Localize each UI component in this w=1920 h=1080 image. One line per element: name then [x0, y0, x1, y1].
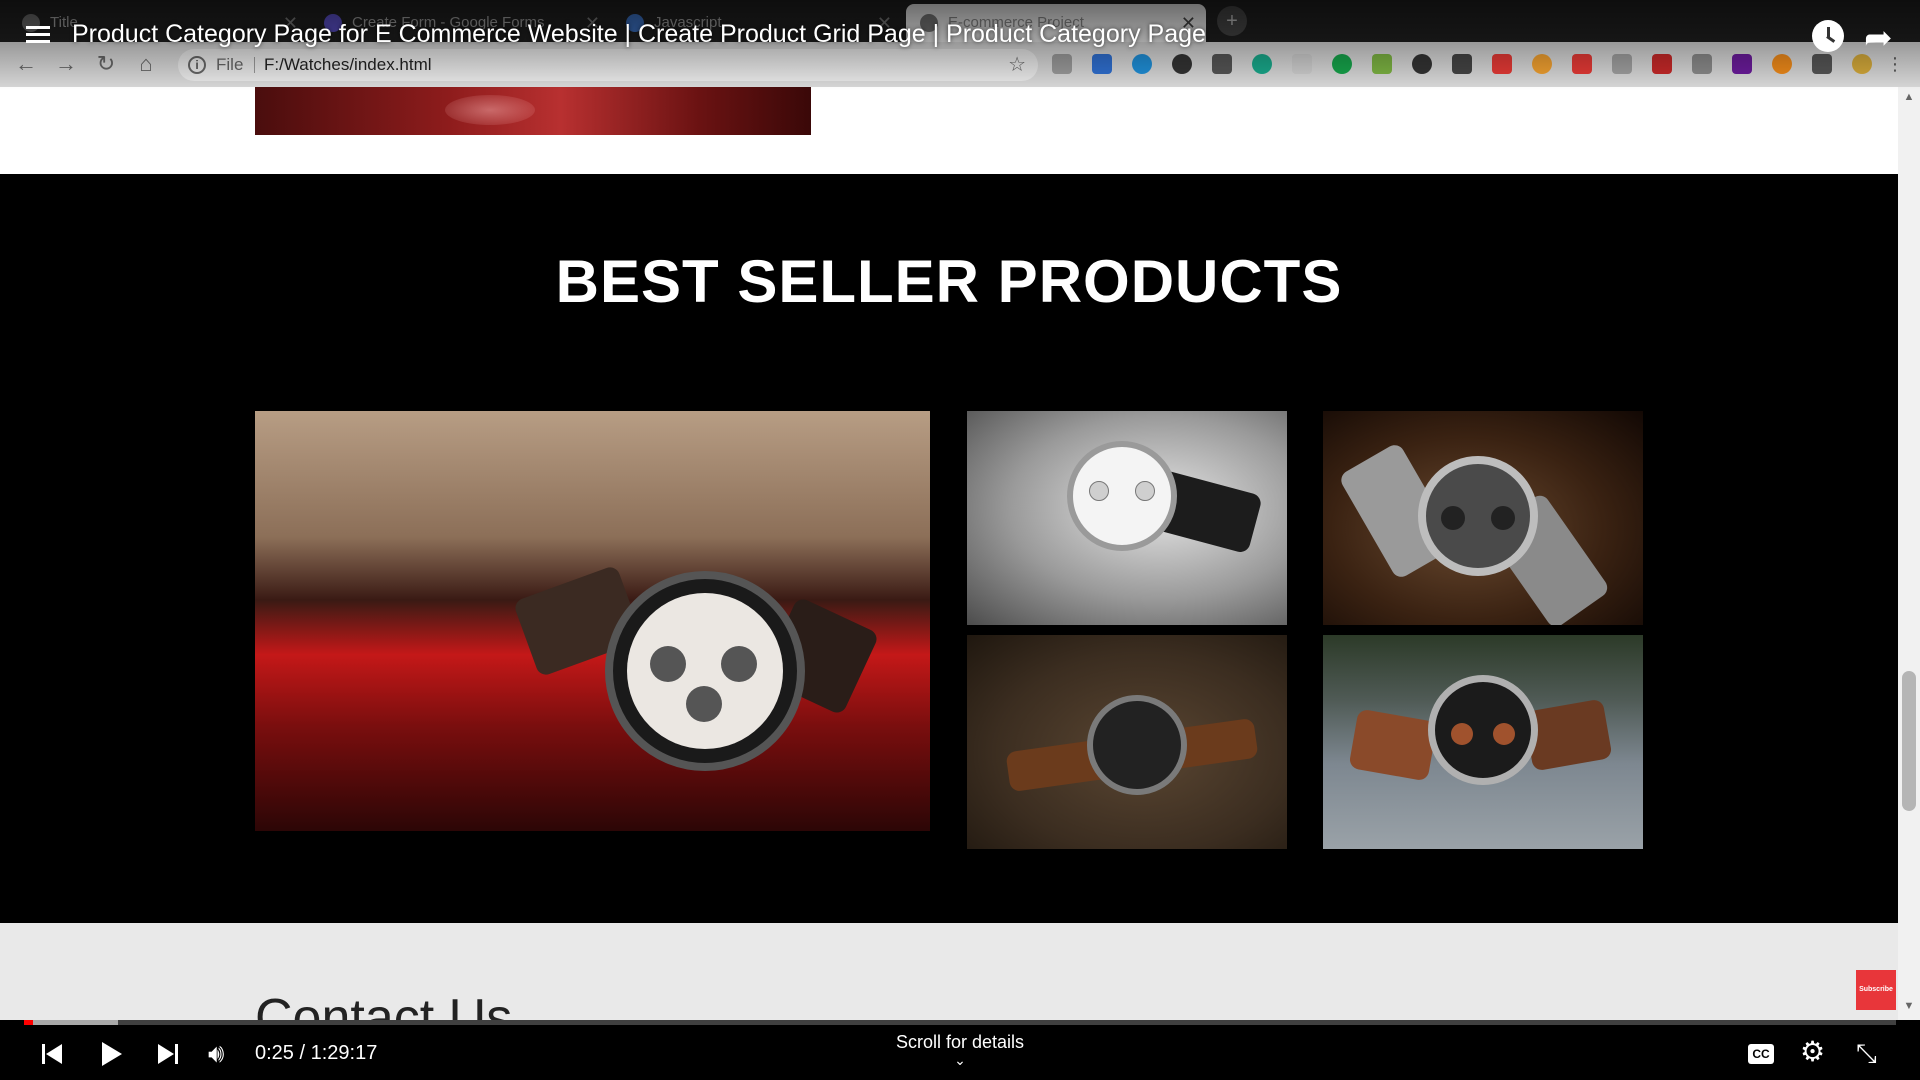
- address-bar[interactable]: i File F:/Watches/index.html ☆: [178, 49, 1038, 81]
- volume-icon[interactable]: 🔊︎: [208, 1039, 224, 1067]
- play-icon[interactable]: [100, 1042, 124, 1066]
- product-image-steel-bracelet[interactable]: [1323, 411, 1643, 625]
- reload-icon[interactable]: ↻: [92, 50, 120, 78]
- subscribe-watermark[interactable]: Subscribe: [1856, 970, 1896, 1010]
- new-tab-button[interactable]: +: [1217, 6, 1247, 36]
- extension-icon[interactable]: [1732, 54, 1752, 74]
- clock-icon[interactable]: [1812, 20, 1844, 52]
- extension-icon[interactable]: [1172, 54, 1192, 74]
- watch-dial: [627, 593, 783, 749]
- watch-subdial: [1451, 723, 1473, 745]
- extension-icon[interactable]: [1332, 54, 1352, 74]
- extension-icon[interactable]: [1772, 54, 1792, 74]
- progress-loaded: [24, 1020, 118, 1025]
- puzzle-icon[interactable]: [1812, 54, 1832, 74]
- contact-section: Contact Us: [0, 923, 1898, 1020]
- address-url[interactable]: F:/Watches/index.html: [264, 49, 432, 81]
- scroll-down-icon[interactable]: ▼: [1898, 1000, 1920, 1016]
- site-info-icon[interactable]: i: [188, 56, 206, 74]
- extension-icon[interactable]: [1452, 54, 1472, 74]
- page-scrollbar[interactable]: ▲ ▼: [1898, 87, 1920, 1020]
- watch-subdial: [1135, 481, 1155, 501]
- extensions-bar: ⋮: [1040, 54, 1904, 76]
- extension-icon[interactable]: [1372, 54, 1392, 74]
- watch-subdial: [650, 646, 686, 682]
- forward-arrow-icon[interactable]: →: [52, 50, 80, 78]
- section-title: BEST SELLER PRODUCTS: [555, 248, 1343, 315]
- extension-icon[interactable]: [1132, 54, 1152, 74]
- watch-dial: [1428, 675, 1538, 785]
- top-banner-image: [255, 87, 811, 135]
- exit-fullscreen-icon[interactable]: ⤡: [1856, 1038, 1877, 1068]
- extension-icon[interactable]: [1612, 54, 1632, 74]
- share-arrow-icon[interactable]: ➦: [1864, 18, 1893, 58]
- scrollbar-thumb[interactable]: [1902, 671, 1916, 811]
- watch-subdial: [1493, 723, 1515, 745]
- product-image-silver-chronograph[interactable]: [967, 411, 1287, 625]
- chevron-down-icon[interactable]: ⌄: [950, 1052, 970, 1069]
- product-image-large[interactable]: [255, 411, 930, 831]
- extension-icon[interactable]: [1052, 54, 1072, 74]
- extension-icon[interactable]: [1092, 54, 1112, 74]
- watch-subdial: [721, 646, 757, 682]
- extension-icon[interactable]: [1692, 54, 1712, 74]
- back-arrow-icon[interactable]: ←: [12, 50, 40, 78]
- captions-button[interactable]: CC: [1748, 1044, 1774, 1064]
- webpage-viewport: BEST SELLER PRODUCTS Contact Us: [0, 87, 1898, 1020]
- extension-icon[interactable]: [1652, 54, 1672, 74]
- skip-next-icon[interactable]: [158, 1043, 180, 1065]
- duration: 1:29:17: [310, 1042, 378, 1064]
- address-scheme-label: File: [216, 55, 244, 74]
- playlist-menu-icon[interactable]: [26, 24, 52, 46]
- scroll-for-details[interactable]: Scroll for details: [860, 1032, 1060, 1053]
- video-title[interactable]: Product Category Page for E Commerce Web…: [72, 20, 1206, 49]
- progress-bar[interactable]: [24, 1020, 1896, 1025]
- time-display: 0:25 / 1:29:17: [255, 1040, 377, 1066]
- product-image-two-tone[interactable]: [1323, 635, 1643, 849]
- contact-heading: Contact Us: [255, 989, 513, 1020]
- progress-played: [24, 1020, 33, 1025]
- scroll-up-icon[interactable]: ▲: [1898, 91, 1920, 107]
- watch-subdial: [1441, 506, 1465, 530]
- extension-icon[interactable]: [1212, 54, 1232, 74]
- home-icon[interactable]: ⌂: [132, 50, 160, 78]
- current-time: 0:25: [255, 1042, 294, 1064]
- skip-previous-icon[interactable]: [42, 1043, 64, 1065]
- bookmark-star-icon[interactable]: ☆: [1008, 49, 1026, 81]
- watch-subdial: [686, 686, 722, 722]
- watch-bracelet: [1348, 708, 1438, 782]
- extension-icon[interactable]: [1572, 54, 1592, 74]
- watch-subdial: [1491, 506, 1515, 530]
- extension-icon[interactable]: [1292, 54, 1312, 74]
- extension-icon[interactable]: [1412, 54, 1432, 74]
- gear-icon[interactable]: ⚙: [1800, 1036, 1825, 1068]
- watch-dial: [1087, 695, 1187, 795]
- address-separator: [254, 57, 255, 73]
- time-separator: /: [299, 1042, 311, 1064]
- watch-dial: [1418, 456, 1538, 576]
- watch-dial: [1067, 441, 1177, 551]
- best-seller-section: BEST SELLER PRODUCTS: [0, 174, 1898, 923]
- extension-icon[interactable]: [1252, 54, 1272, 74]
- watch-subdial: [1089, 481, 1109, 501]
- extension-icon[interactable]: [1532, 54, 1552, 74]
- extension-icon[interactable]: [1492, 54, 1512, 74]
- product-image-leather-strap[interactable]: [967, 635, 1287, 849]
